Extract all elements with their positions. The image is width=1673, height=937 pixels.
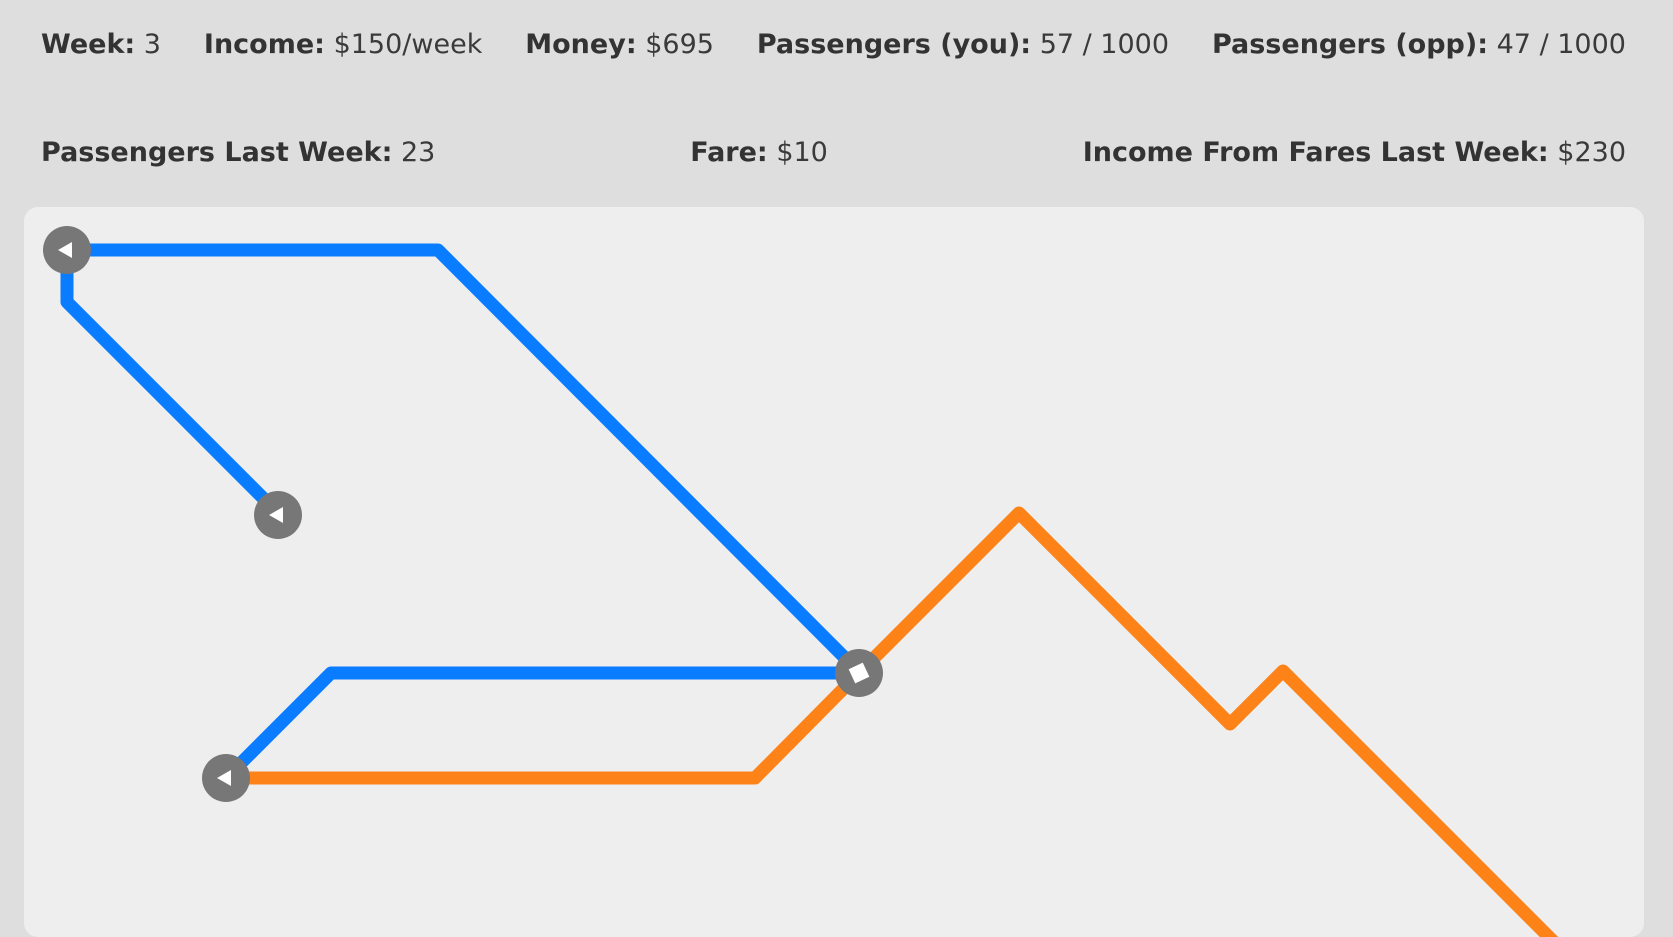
opponent-route[interactable] bbox=[219, 506, 1569, 937]
week-label: Week: bbox=[41, 29, 136, 60]
stats-bar-bottom: Passengers Last Week: 23 Fare: $10 Incom… bbox=[41, 136, 1626, 170]
passengers-you-label: Passengers (you): bbox=[756, 29, 1032, 60]
week-value: 3 bbox=[143, 29, 161, 60]
stats-bar-top: Week: 3 Income: $150/week Money: $695 Pa… bbox=[41, 28, 1626, 62]
transit-map[interactable] bbox=[24, 207, 1644, 937]
fare-value: $10 bbox=[776, 137, 828, 168]
passengers-last-week-value: 23 bbox=[400, 137, 436, 168]
station-lower-left[interactable] bbox=[202, 754, 250, 802]
player-route-upper[interactable] bbox=[60, 243, 866, 679]
fare-stat: Fare: $10 bbox=[690, 136, 828, 170]
money-label: Money: bbox=[525, 29, 637, 60]
income-stat: Income: $150/week bbox=[204, 28, 482, 62]
income-label: Income: bbox=[203, 29, 325, 60]
passengers-last-week-label: Passengers Last Week: bbox=[41, 137, 393, 168]
player-route-spur[interactable] bbox=[60, 243, 285, 520]
passengers-opp-label: Passengers (opp): bbox=[1211, 29, 1489, 60]
income-value: $150/week bbox=[333, 29, 483, 60]
passengers-opp-stat: Passengers (opp): 47 / 1000 bbox=[1212, 28, 1626, 62]
station-upper-middle[interactable] bbox=[254, 491, 302, 539]
game-board[interactable] bbox=[24, 207, 1644, 937]
passengers-you-value: 57 / 1000 bbox=[1039, 29, 1170, 60]
week-stat: Week: 3 bbox=[41, 28, 161, 62]
passengers-you-stat: Passengers (you): 57 / 1000 bbox=[757, 28, 1169, 62]
passengers-opp-value: 47 / 1000 bbox=[1496, 29, 1626, 60]
income-from-fares-label: Income From Fares Last Week: bbox=[1082, 137, 1549, 168]
income-from-fares-stat: Income From Fares Last Week: $230 bbox=[1083, 136, 1626, 170]
passengers-last-week-stat: Passengers Last Week: 23 bbox=[41, 136, 435, 170]
station-top-left[interactable] bbox=[43, 226, 91, 274]
money-stat: Money: $695 bbox=[525, 28, 714, 62]
income-from-fares-value: $230 bbox=[1557, 137, 1626, 168]
fare-label: Fare: bbox=[690, 137, 768, 168]
money-value: $695 bbox=[645, 29, 714, 60]
station-hub[interactable] bbox=[835, 649, 883, 697]
